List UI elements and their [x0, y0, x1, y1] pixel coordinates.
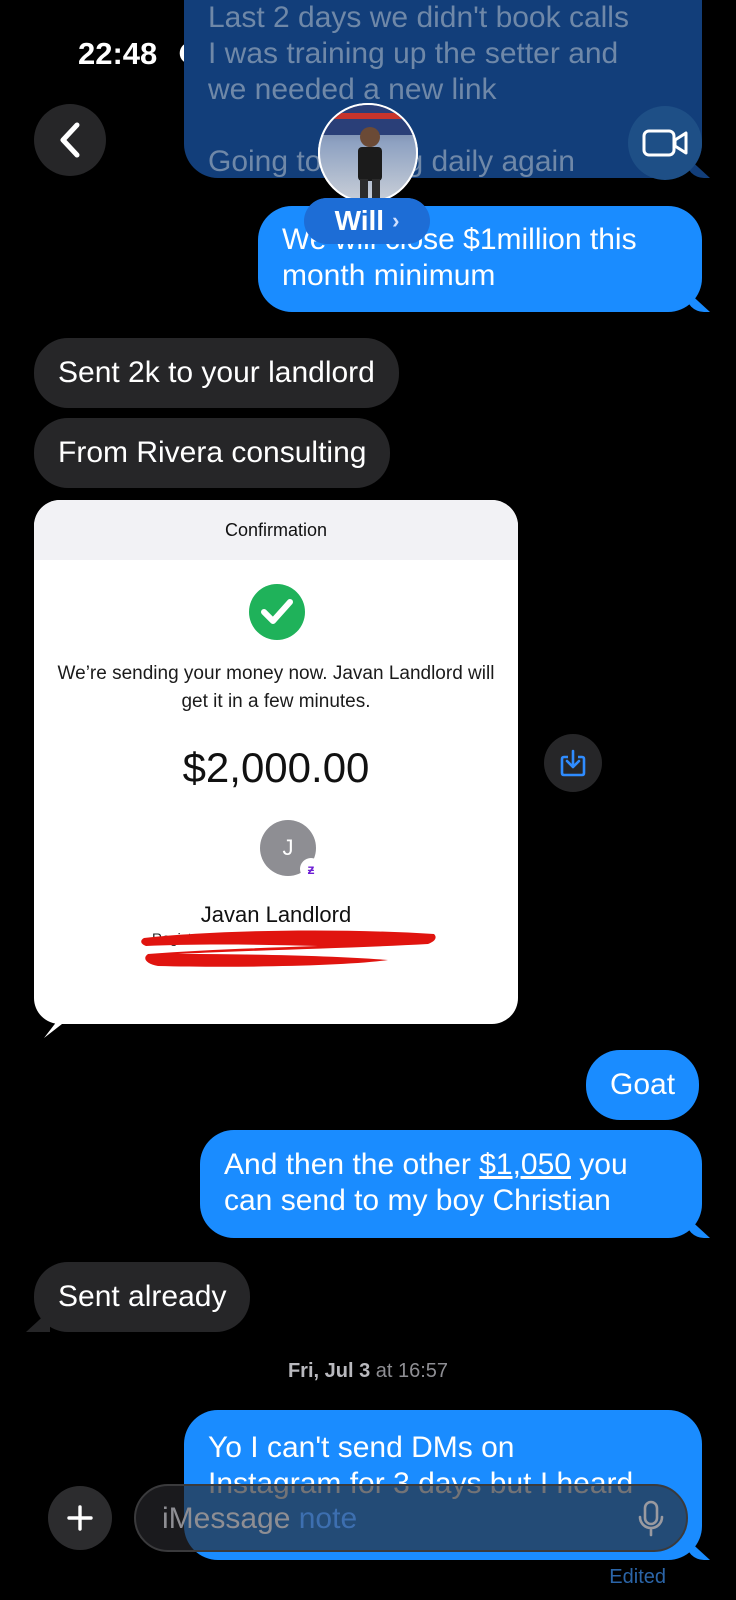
message-line: we needed a new link	[208, 73, 497, 106]
message-line: month minimum	[282, 259, 496, 292]
video-camera-icon	[642, 129, 688, 157]
message-text: Sent 2k to your landlord	[58, 356, 375, 389]
message-text: From Rivera consulting	[58, 436, 367, 469]
timestamp-time: at 16:57	[370, 1360, 449, 1382]
overlay-text: note	[298, 1502, 358, 1535]
imessage-input[interactable]: iMessage note	[134, 1484, 688, 1552]
confirmation-card-body: Confirmation We’re sending your money no…	[34, 500, 518, 1024]
imessage-placeholder: iMessage note	[162, 1502, 357, 1536]
contact-avatar-overlay[interactable]	[318, 103, 418, 203]
back-chevron-icon	[60, 122, 80, 158]
confirmation-message: We’re sending your money now. Javan Land…	[57, 663, 495, 712]
message-text: Goat	[610, 1068, 676, 1101]
message-outgoing-goat[interactable]: Goat	[586, 1050, 700, 1120]
message-text: Sent already	[58, 1280, 227, 1313]
message-outgoing-other-1050[interactable]: And then the other $1,050 you can send t…	[200, 1130, 702, 1238]
checkmark-icon	[249, 584, 305, 640]
plus-icon	[67, 1505, 93, 1531]
status-time: 22:48	[78, 36, 158, 71]
edited-label: Edited	[609, 1566, 666, 1588]
message-line: And then the other $1,050 you	[224, 1147, 678, 1183]
save-image-button[interactable]	[544, 734, 602, 792]
timestamp-day: Fri, Jul 3	[287, 1360, 371, 1382]
message-line: Last 2 days we didn't book calls	[208, 1, 629, 34]
money-link[interactable]: $1,050	[479, 1148, 571, 1181]
message-timestamp: Fri, Jul 3 at 16:57	[0, 1360, 736, 1383]
contact-name-pill-overlay[interactable]: Will ›	[304, 198, 430, 244]
message-incoming-sent-landlord[interactable]: Sent 2k to your landlord	[34, 338, 399, 408]
microphone-icon[interactable]	[638, 1500, 664, 1538]
message-line: I was training up the setter and	[208, 37, 619, 70]
composer-bar: iMessage note	[0, 1470, 736, 1560]
message-incoming-from-rivera[interactable]: From Rivera consulting	[34, 418, 391, 488]
message-text: And then the other	[224, 1148, 480, 1181]
confirmation-image[interactable]: Confirmation We’re sending your money no…	[34, 500, 518, 1038]
chevron-right-icon: ›	[392, 208, 400, 233]
cash-app-badge-icon: ƶ	[300, 858, 322, 880]
red-redaction-scribble	[141, 930, 436, 967]
message-outgoing-previous[interactable]: Last 2 days we didn't book calls I was t…	[184, 0, 702, 178]
save-download-icon	[560, 749, 586, 777]
contact-name: Will	[334, 205, 385, 236]
message-line: Yo I can't send DMs on	[208, 1431, 515, 1464]
message-text: you	[570, 1148, 628, 1181]
video-call-button[interactable]	[628, 106, 702, 180]
placeholder-text: iMessage	[162, 1502, 291, 1535]
message-incoming-sent-already[interactable]: Sent already	[34, 1262, 251, 1332]
contact-photo	[320, 105, 416, 201]
confirmation-amount: $2,000.00	[182, 744, 370, 791]
message-line: can send to my boy Christian	[224, 1184, 611, 1217]
back-button[interactable]	[34, 104, 106, 176]
message-line: Going to closing daily again	[208, 145, 575, 178]
plus-button[interactable]	[48, 1486, 112, 1550]
confirmation-header: Confirmation	[34, 500, 518, 560]
